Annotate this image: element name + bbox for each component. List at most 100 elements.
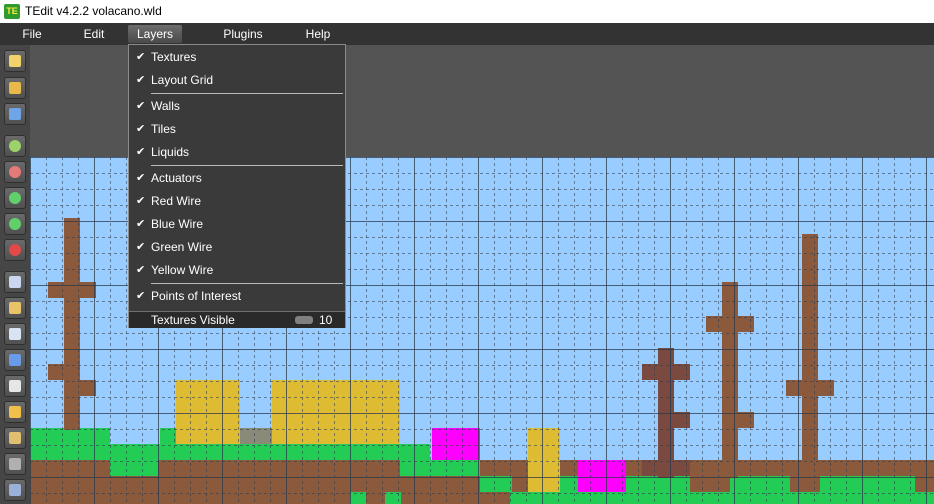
textures-visible-row: Textures Visible 10 <box>129 311 345 328</box>
tree-branch <box>706 316 754 332</box>
gold-wall-block <box>176 380 240 444</box>
rectangle-select-icon <box>9 354 21 366</box>
check-icon: ✔ <box>136 100 146 112</box>
redo-icon <box>9 192 21 204</box>
picker-icon <box>9 380 21 392</box>
grass-block <box>480 476 512 492</box>
undo-icon <box>9 218 21 230</box>
tree-branch <box>642 364 690 380</box>
gold-wall-block <box>528 428 560 492</box>
tree-branch <box>738 412 754 428</box>
menu-item-textures[interactable]: ✔ Textures <box>129 46 345 68</box>
tool-palette <box>0 45 30 504</box>
tree-branch <box>64 380 96 396</box>
open-world-icon <box>9 82 21 94</box>
check-icon: ✔ <box>136 241 146 253</box>
menu-item-walls[interactable]: ✔ Walls <box>129 95 345 117</box>
fill-icon <box>9 484 21 496</box>
menu-item-blue-wire[interactable]: ✔ Blue Wire <box>129 213 345 235</box>
title-bar: TE TEdit v4.2.2 volacano.wld <box>0 0 934 23</box>
grass-block <box>560 476 580 492</box>
fill-button[interactable] <box>4 479 26 501</box>
undo-button[interactable] <box>4 213 26 235</box>
check-icon: ✔ <box>136 74 146 86</box>
tree-branch <box>48 282 96 298</box>
copy-icon <box>9 276 21 288</box>
menu-item-liquids[interactable]: ✔ Liquids <box>129 141 345 163</box>
rectangle-select-button[interactable] <box>4 349 26 371</box>
check-icon: ✔ <box>136 218 146 230</box>
tree-branch <box>48 364 80 380</box>
open-world-button[interactable] <box>4 77 26 99</box>
layers-dropdown-menu: ✔ Textures ✔ Layout Grid ✔ Walls ✔ Tiles ✔ Li… <box>128 44 346 328</box>
hammer-icon <box>9 458 21 470</box>
menu-help[interactable]: Help <box>298 23 338 45</box>
textures-visible-slider[interactable] <box>295 316 313 324</box>
window-title: TEdit v4.2.2 volacano.wld <box>25 4 162 18</box>
menu-separator <box>151 283 343 284</box>
menu-item-green-wire[interactable]: ✔ Green Wire <box>129 236 345 258</box>
zoom-in-icon <box>9 140 21 152</box>
picker-button[interactable] <box>4 375 26 397</box>
tree-branch <box>642 460 690 476</box>
check-icon: ✔ <box>136 172 146 184</box>
menu-item-layout-grid[interactable]: ✔ Layout Grid <box>129 69 345 91</box>
paste-button[interactable] <box>4 297 26 319</box>
menu-bar: File Edit Layers Plugins Help <box>0 23 934 45</box>
brush-button[interactable] <box>4 427 26 449</box>
gold-wall-block <box>272 380 400 444</box>
arrow-select-icon <box>9 328 21 340</box>
hammer-button[interactable] <box>4 453 26 475</box>
grass-block <box>30 428 110 444</box>
grass-block <box>625 476 915 492</box>
check-icon: ✔ <box>136 123 146 135</box>
tree-trunk <box>64 218 80 430</box>
menu-plugins[interactable]: Plugins <box>212 23 274 45</box>
menu-file[interactable]: File <box>14 23 50 45</box>
grass-block <box>30 444 430 460</box>
check-icon: ✔ <box>136 264 146 276</box>
check-icon: ✔ <box>136 146 146 158</box>
menu-item-tiles[interactable]: ✔ Tiles <box>129 118 345 140</box>
brush-icon <box>9 432 21 444</box>
stop-icon <box>9 244 21 256</box>
zoom-out-icon <box>9 166 21 178</box>
grass-block <box>350 492 366 504</box>
check-icon: ✔ <box>136 290 146 302</box>
new-world-button[interactable] <box>4 50 26 72</box>
save-world-icon <box>9 108 21 120</box>
paste-icon <box>9 302 21 314</box>
zoom-in-button[interactable] <box>4 135 26 157</box>
tree-trunk <box>802 234 818 478</box>
menu-item-points-of-interest[interactable]: ✔ Points of Interest <box>129 285 345 307</box>
menu-item-actuators[interactable]: ✔ Actuators <box>129 167 345 189</box>
tree-trunk <box>722 282 738 478</box>
pencil-icon <box>9 406 21 418</box>
tree-branch <box>674 412 690 428</box>
menu-edit[interactable]: Edit <box>76 23 112 45</box>
app-icon: TE <box>4 4 20 19</box>
menu-separator <box>151 165 343 166</box>
stone-block <box>240 428 272 444</box>
menu-layers[interactable]: Layers <box>128 25 182 43</box>
copy-button[interactable] <box>4 271 26 293</box>
menu-item-red-wire[interactable]: ✔ Red Wire <box>129 190 345 212</box>
grass-block <box>400 460 480 476</box>
arrow-select-button[interactable] <box>4 323 26 345</box>
magenta-block <box>578 460 626 492</box>
save-world-button[interactable] <box>4 103 26 125</box>
magenta-block <box>432 428 480 460</box>
zoom-out-button[interactable] <box>4 161 26 183</box>
tree-branch <box>786 380 834 396</box>
grass-block <box>110 460 158 476</box>
textures-visible-value: 10 <box>319 313 333 327</box>
redo-button[interactable] <box>4 187 26 209</box>
new-world-icon <box>9 55 21 67</box>
pencil-button[interactable] <box>4 401 26 423</box>
check-icon: ✔ <box>136 51 146 63</box>
menu-item-yellow-wire[interactable]: ✔ Yellow Wire <box>129 259 345 281</box>
grass-block <box>160 428 176 444</box>
check-icon: ✔ <box>136 195 146 207</box>
menu-separator <box>151 93 343 94</box>
stop-button[interactable] <box>4 239 26 261</box>
